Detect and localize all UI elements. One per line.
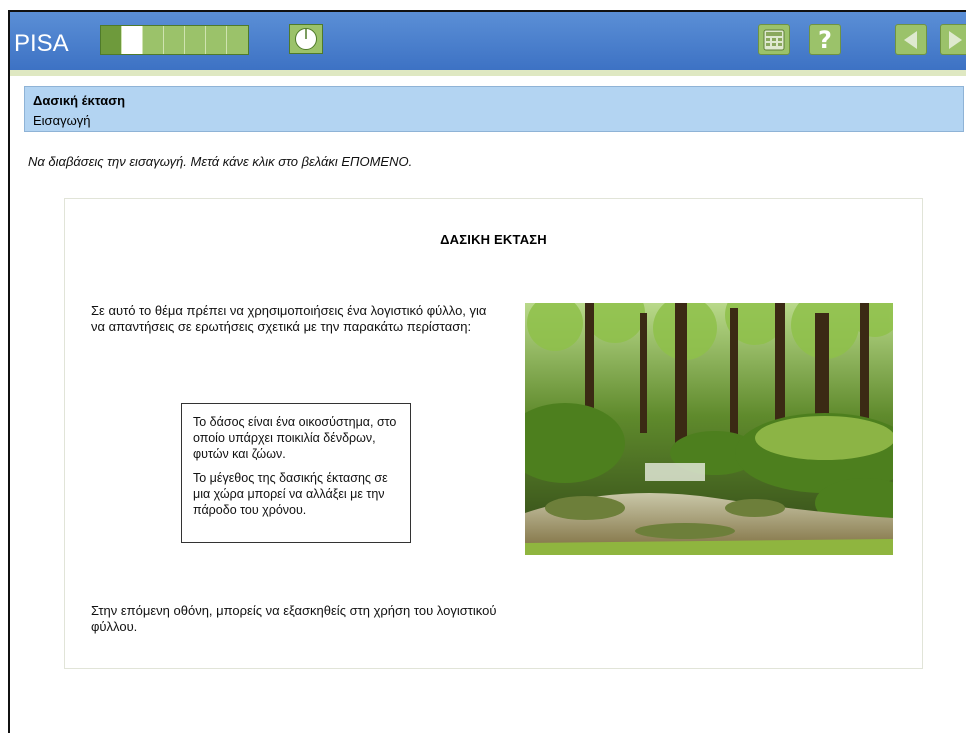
- toolbar-divider: [10, 70, 966, 76]
- app-window: PISA ? Δασική έκταση Εισαγωγή Να διαβάσε…: [8, 10, 966, 733]
- progress-segment: [206, 26, 227, 54]
- info-paragraph: Το μέγεθος της δασικής έκτασης σε μια χώ…: [193, 471, 388, 517]
- unit-subtitle: Εισαγωγή: [33, 113, 91, 128]
- outro-text: Στην επόμενη οθόνη, μπορείς να εξασκηθεί…: [91, 603, 497, 634]
- calculator-button[interactable]: [758, 24, 790, 55]
- progress-bar: [100, 25, 249, 55]
- intro-text: Σε αυτό το θέμα πρέπει να χρησιμοποιήσει…: [91, 303, 487, 334]
- stimulus-panel: ΔΑΣΙΚΗ ΕΚΤΑΣΗ Σε αυτό το θέμα πρέπει να …: [64, 198, 923, 669]
- instruction-text: Να διαβάσεις την εισαγωγή. Μετά κάνε κλι…: [28, 154, 413, 169]
- progress-segment: [122, 26, 143, 54]
- forest-photo: [525, 303, 893, 555]
- stimulus-title: ΔΑΣΙΚΗ ΕΚΤΑΣΗ: [440, 232, 547, 247]
- top-toolbar: PISA ?: [10, 12, 966, 70]
- arrow-right-icon: [948, 30, 962, 49]
- info-paragraph: Το δάσος είναι ένα οικοσύστημα, στο οποί…: [193, 415, 397, 461]
- unit-header: Δασική έκταση Εισαγωγή: [24, 86, 964, 132]
- help-button[interactable]: ?: [809, 24, 841, 55]
- calculator-icon: [763, 29, 785, 50]
- progress-segment: [164, 26, 185, 54]
- progress-segment: [143, 26, 164, 54]
- timer-button[interactable]: [289, 24, 323, 54]
- arrow-left-icon: [904, 30, 917, 49]
- previous-button[interactable]: [895, 24, 927, 55]
- app-brand: PISA: [14, 30, 69, 57]
- info-box: Το δάσος είναι ένα οικοσύστημα, στο οποί…: [181, 403, 411, 543]
- progress-segment: [101, 26, 122, 54]
- forest-image: [525, 303, 893, 555]
- unit-title: Δασική έκταση: [33, 93, 126, 108]
- next-button[interactable]: [940, 24, 966, 55]
- progress-segment: [185, 26, 206, 54]
- progress-segment: [227, 26, 248, 54]
- help-icon: ?: [818, 25, 832, 54]
- clock-icon: [295, 28, 317, 50]
